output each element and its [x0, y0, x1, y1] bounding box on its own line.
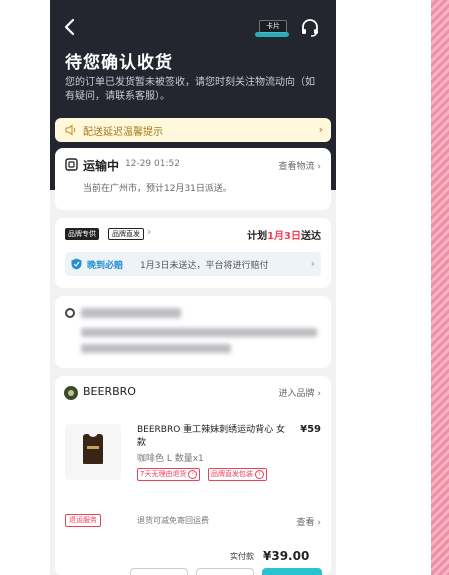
return-service-tag: 退运服务: [65, 514, 101, 527]
logistics-time: 12-29 01:52: [125, 159, 180, 169]
card-button[interactable]: 卡片: [255, 20, 289, 38]
tag-seven-day-return-label: 7天无理由退货: [140, 470, 187, 478]
product-spec: 咖啡色 L 数量x1: [137, 454, 204, 464]
paid-value: ¥39.00: [263, 549, 310, 563]
card-glow: [255, 32, 289, 37]
tag-seven-day-return[interactable]: 7天无理由退货 i: [137, 468, 201, 481]
paid-label: 实付款: [230, 552, 254, 561]
product-title[interactable]: BEERBRO 重工辣妹刺绣运动背心 女款: [137, 424, 287, 450]
brand-shipping-card: 品牌专供 品牌直发 › 计划1月3日送达 晚到必赔 1月3日未送达，平台将进行赔…: [55, 218, 331, 288]
info-icon: i: [255, 469, 264, 479]
left-margin: [0, 0, 50, 575]
logistics-card[interactable]: 运输中 12-29 01:52 查看物流 › 当前在广州市，预计12月31日派送…: [55, 148, 331, 210]
brand-badge-chevron-icon[interactable]: ›: [147, 225, 151, 238]
brand-exclusive-badge: 品牌专供: [65, 228, 99, 240]
truck-box-icon: [65, 158, 78, 171]
page-title: 待您确认收货: [65, 53, 173, 73]
blurred-recipient: [81, 308, 181, 318]
enter-brand-link[interactable]: 进入品牌 ›: [279, 386, 321, 399]
view-logistics-link[interactable]: 查看物流 ›: [279, 159, 321, 172]
blurred-address-line: [81, 328, 317, 337]
tag-brand-packaging[interactable]: 品牌直发包装 i: [208, 468, 267, 481]
product-shirt-graphic: [83, 432, 103, 464]
planned-delivery: 计划1月3日送达: [247, 227, 321, 242]
bottom-action-bar: [50, 566, 336, 575]
brand-direct-badge: 品牌直发: [108, 228, 144, 240]
headset-icon[interactable]: [300, 18, 320, 38]
notice-chevron-icon: ›: [318, 123, 323, 136]
confirm-receipt-button[interactable]: [262, 568, 322, 575]
plan-prefix: 计划: [247, 231, 268, 242]
product-image[interactable]: [65, 424, 121, 480]
shop-name: BEERBRO: [83, 385, 136, 398]
logistics-location: 当前在广州市，预计12月31日派送。: [83, 184, 232, 194]
return-service-view-link[interactable]: 查看 ›: [297, 515, 321, 528]
shop-card: BEERBRO 进入品牌 › BEERBRO 重工辣妹刺绣运动背心 女款 ¥59…: [55, 376, 331, 575]
phone-screen: 卡片 待您确认收货 您的订单已发货暂未被签收，请您时刻关注物流动向（如有疑问，请…: [50, 0, 336, 575]
late-compensation-bar[interactable]: 晚到必赔 1月3日未送达，平台将进行赔付 ›: [65, 252, 321, 276]
logistics-status: 运输中: [83, 159, 120, 173]
right-margin: [336, 0, 431, 575]
tag-brand-packaging-label: 品牌直发包装: [211, 470, 253, 478]
back-arrow-icon[interactable]: [60, 16, 80, 38]
guarantee-text: 1月3日未送达，平台将进行赔付: [140, 261, 269, 271]
delay-notice[interactable]: 配送延迟温馨提示 ›: [55, 118, 331, 142]
guarantee-title: 晚到必赔: [87, 261, 124, 271]
action-button[interactable]: [196, 568, 254, 575]
product-price: ¥59: [300, 424, 321, 435]
action-button[interactable]: [130, 568, 188, 575]
guarantee-chevron-icon: ›: [310, 257, 315, 270]
location-pin-icon: [65, 308, 75, 318]
notice-text: 配送延迟温馨提示: [83, 127, 163, 138]
shield-icon: [71, 258, 82, 270]
decorative-stripe: [431, 0, 449, 575]
speaker-icon: [65, 124, 76, 136]
page-description: 您的订单已发货暂未被签收，请您时刻关注物流动向（如有疑问，请联系客服）。: [65, 77, 315, 102]
plan-date: 1月3日: [267, 231, 301, 242]
return-service-text: 退货可减免寄回运费: [137, 516, 209, 525]
brand-logo-icon: [64, 386, 78, 400]
address-card[interactable]: [55, 296, 331, 368]
blurred-address-line: [81, 344, 231, 353]
info-icon: i: [188, 469, 198, 479]
plan-suffix: 送达: [301, 231, 321, 242]
